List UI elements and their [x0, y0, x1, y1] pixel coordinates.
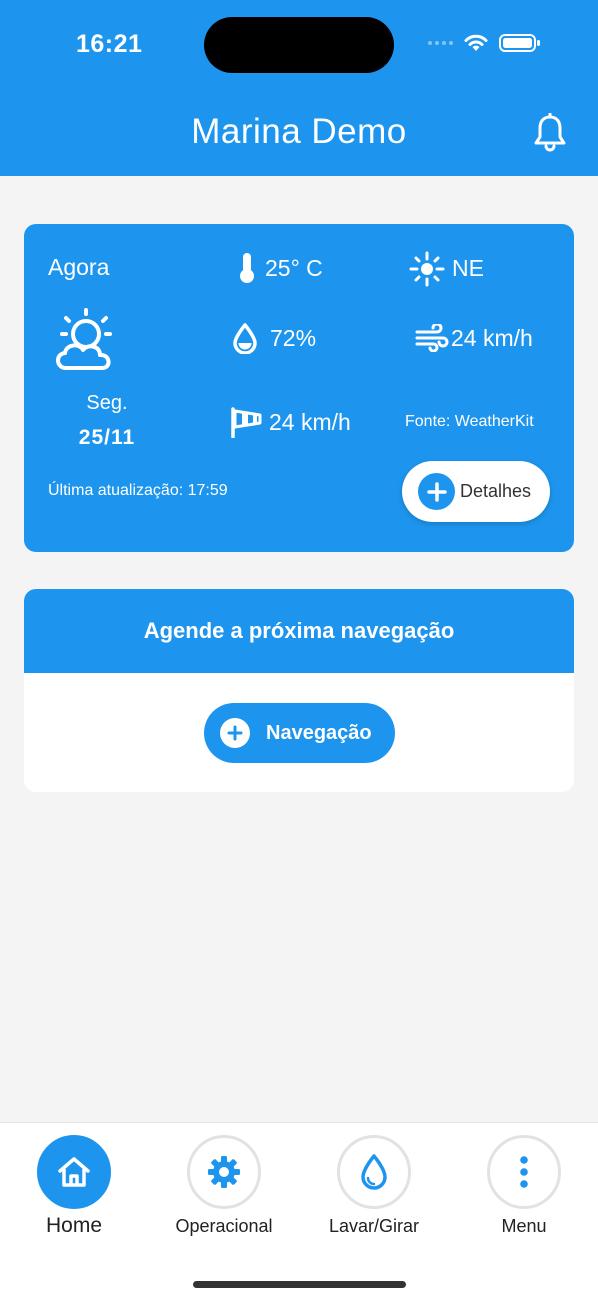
water-drop-icon [337, 1135, 411, 1209]
page-title: Marina Demo [191, 112, 407, 151]
tab-label: Menu [501, 1216, 547, 1236]
tab-home[interactable]: Home [0, 1135, 149, 1238]
weather-date: 25/11 [78, 426, 136, 449]
plus-icon [220, 718, 250, 748]
status-indicators [428, 33, 541, 53]
home-icon [37, 1135, 111, 1209]
weather-card: Agora Seg. 25/11 25° C NE 72% 24 km/h 24… [24, 224, 574, 552]
windsock-icon [231, 407, 262, 438]
plus-icon [418, 473, 455, 510]
bottom-tab-bar: Home Operacional Lavar/Girar Menu [0, 1122, 598, 1300]
new-navigation-label: Navegação [266, 721, 372, 744]
thermometer-icon [240, 253, 254, 283]
wind-speed-value: 24 km/h [451, 325, 533, 351]
tab-menu[interactable]: Menu [449, 1135, 598, 1237]
more-vertical-icon [487, 1135, 561, 1209]
schedule-title: Agende a próxima navegação [24, 589, 574, 673]
tab-operacional[interactable]: Operacional [149, 1135, 299, 1237]
details-button-label: Detalhes [460, 481, 532, 501]
tab-label: Home [45, 1214, 103, 1237]
partly-cloudy-icon [56, 308, 112, 370]
weather-source: Fonte: WeatherKit [405, 413, 534, 430]
wind-direction-value: NE [452, 255, 484, 281]
signal-icon [428, 41, 453, 45]
weather-day: Seg. [86, 392, 128, 414]
gear-icon [187, 1135, 261, 1209]
gust-speed-value: 24 km/h [269, 409, 351, 435]
battery-icon [499, 34, 540, 52]
tab-label: Lavar/Girar [328, 1216, 420, 1236]
status-time: 16:21 [76, 30, 143, 58]
drop-icon [233, 323, 257, 354]
schedule-card: Agende a próxima navegação Navegação [24, 589, 574, 792]
humidity-value: 72% [270, 325, 317, 351]
compass-icon [409, 251, 445, 287]
app-header: 16:21 Marina Demo [0, 0, 598, 176]
tab-label: Operacional [175, 1216, 273, 1236]
weather-now-label: Agora [48, 254, 110, 280]
bell-icon[interactable] [533, 113, 567, 153]
dynamic-island [204, 17, 394, 73]
home-indicator [193, 1281, 406, 1288]
details-button[interactable]: Detalhes [402, 461, 550, 522]
temperature-value: 25° C [265, 255, 323, 281]
tab-lavar-girar[interactable]: Lavar/Girar [299, 1135, 449, 1237]
wifi-icon [464, 34, 488, 51]
last-updated: Última atualização: 17:59 [48, 482, 228, 499]
new-navigation-button[interactable]: Navegação [204, 703, 395, 763]
wind-icon [415, 324, 449, 352]
